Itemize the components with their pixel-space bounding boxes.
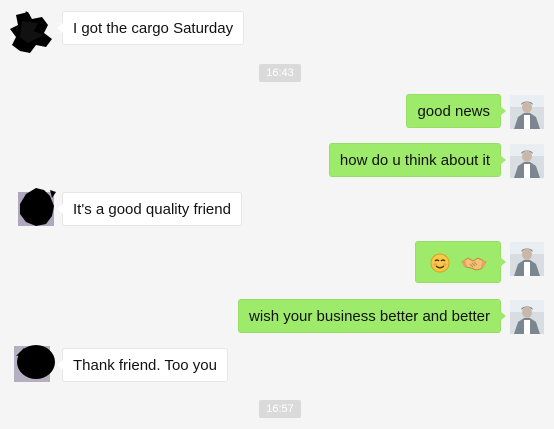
message-bubble[interactable]: It's a good quality friend (57, 192, 242, 226)
contact-avatar[interactable] (16, 186, 58, 228)
timestamp: 16:43 (259, 64, 301, 82)
message-bubble[interactable]: wish your business better and better (238, 299, 506, 333)
message-bubble[interactable]: how do u think about it (328, 143, 507, 177)
message-bubble[interactable]: I got the cargo Saturday (56, 11, 245, 45)
message-text: how do u think about it (339, 152, 490, 169)
my-avatar[interactable] (510, 242, 544, 276)
message-text: I got the cargo Saturday (73, 20, 234, 37)
message-bubble[interactable]: good news (406, 94, 506, 128)
message-bubble[interactable]: Thank friend. Too you (57, 348, 228, 382)
my-avatar[interactable] (510, 144, 544, 178)
handshake-icon (461, 252, 487, 274)
my-avatar[interactable] (510, 300, 544, 334)
smiling-face-icon (429, 252, 451, 274)
message-text: It's a good quality friend (73, 201, 231, 218)
message-text: good news (417, 103, 490, 120)
message-text: wish your business better and better (249, 308, 490, 325)
my-avatar[interactable] (510, 95, 544, 129)
emoji-message-bubble[interactable] (414, 241, 507, 283)
contact-avatar[interactable] (8, 9, 54, 57)
contact-avatar[interactable] (10, 342, 56, 384)
timestamp: 16:57 (259, 400, 301, 418)
message-text: Thank friend. Too you (73, 357, 217, 374)
